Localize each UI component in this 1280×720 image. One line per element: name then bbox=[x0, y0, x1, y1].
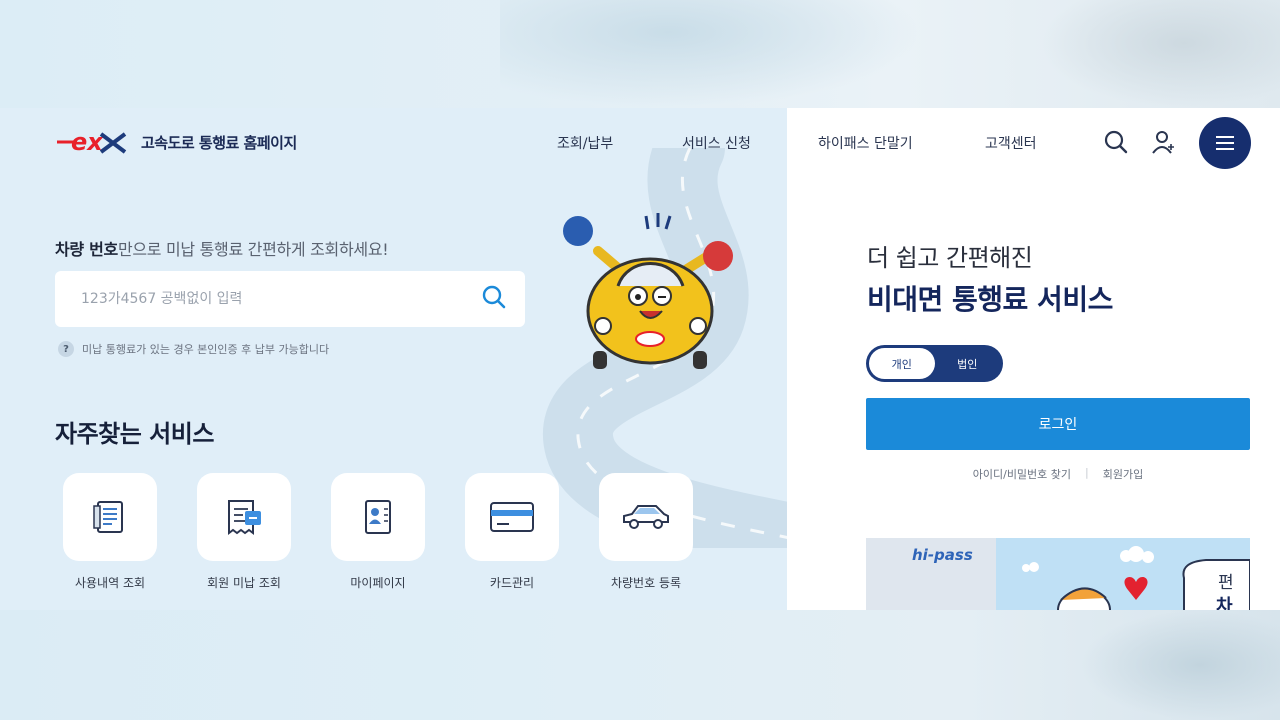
right-panel bbox=[787, 108, 1280, 610]
service-plate-registration[interactable]: 차량번호 등록 bbox=[598, 473, 694, 591]
nav-service-application[interactable]: 서비스 신청 bbox=[682, 133, 751, 153]
plate-search-box bbox=[55, 271, 525, 327]
service-label: 마이페이지 bbox=[350, 576, 406, 590]
toggle-personal[interactable]: 개인 bbox=[869, 348, 935, 379]
user-icon[interactable] bbox=[1149, 128, 1177, 156]
svg-text:ex: ex bbox=[71, 128, 104, 156]
service-usage-history[interactable]: 사용내역 조회 bbox=[62, 473, 158, 591]
service-label: 카드관리 bbox=[489, 576, 535, 590]
left-panel: ex 고속도로 통행료 홈페이지 차량 번호만으로 미납 통행료 간편하게 조회… bbox=[0, 108, 790, 610]
hint-text: 미납 통행료가 있는 경우 본인인증 후 납부 가능합니다 bbox=[82, 343, 330, 356]
promo-banner[interactable]: hi-pass 편 차 bbox=[866, 538, 1250, 610]
site-title: 고속도로 통행료 홈페이지 bbox=[141, 133, 297, 152]
menu-button[interactable] bbox=[1199, 117, 1251, 169]
service-label: 회원 미납 조회 bbox=[207, 576, 281, 590]
blurred-background-bottom bbox=[0, 610, 1280, 720]
link-divider: | bbox=[1085, 466, 1089, 479]
service-card-management[interactable]: 카드관리 bbox=[464, 473, 560, 591]
login-subtitle: 더 쉽고 간편해진 bbox=[867, 244, 1033, 272]
site-logo[interactable]: ex 고속도로 통행료 홈페이지 bbox=[55, 128, 297, 156]
search-submit-icon[interactable] bbox=[481, 284, 507, 314]
banner-text-2: 차 bbox=[1216, 596, 1233, 610]
frequent-services-title: 자주찾는 서비스 bbox=[55, 420, 214, 448]
hamburger-menu-icon bbox=[1216, 136, 1234, 150]
service-mypage[interactable]: 마이페이지 bbox=[330, 473, 426, 591]
banner-text-1: 편 bbox=[1218, 573, 1234, 593]
service-label: 차량번호 등록 bbox=[610, 576, 682, 590]
receipt-icon bbox=[228, 500, 261, 535]
service-member-unpaid[interactable]: 회원 미납 조회 bbox=[196, 473, 292, 591]
homepage-screenshot: ex 고속도로 통행료 홈페이지 차량 번호만으로 미납 통행료 간편하게 조회… bbox=[0, 108, 1280, 610]
login-button[interactable]: 로그인 bbox=[866, 398, 1250, 450]
mascot-car-illustration bbox=[563, 213, 733, 369]
search-headline: 차량 번호만으로 미납 통행료 간편하게 조회하세요! bbox=[55, 240, 389, 259]
document-list-icon bbox=[93, 501, 123, 533]
member-type-toggle: 개인 법인 bbox=[866, 345, 1003, 382]
car-icon bbox=[623, 505, 669, 529]
nav-inquiry-payment[interactable]: 조회/납부 bbox=[557, 133, 613, 153]
nav-hipass-terminal[interactable]: 하이패스 단말기 bbox=[818, 133, 913, 153]
account-links: 아이디/비밀번호 찾기 | 회원가입 bbox=[866, 466, 1250, 482]
blurred-background-top bbox=[0, 0, 1280, 108]
plate-number-input[interactable] bbox=[81, 291, 481, 307]
credit-card-icon bbox=[490, 502, 534, 532]
search-hint: ? 미납 통행료가 있는 경우 본인인증 후 납부 가능합니다 bbox=[58, 341, 329, 357]
id-card-icon bbox=[365, 500, 391, 534]
question-icon: ? bbox=[58, 341, 74, 357]
find-id-password-link[interactable]: 아이디/비밀번호 찾기 bbox=[973, 466, 1071, 482]
ex-logo-icon: ex bbox=[57, 128, 127, 156]
search-icon[interactable] bbox=[1102, 128, 1130, 156]
login-title: 비대면 통행료 서비스 bbox=[867, 283, 1113, 316]
hipass-brand: hi-pass bbox=[912, 546, 973, 564]
join-link[interactable]: 회원가입 bbox=[1103, 466, 1143, 482]
toggle-corporate[interactable]: 법인 bbox=[935, 348, 1001, 379]
nav-customer-center[interactable]: 고객센터 bbox=[985, 133, 1037, 153]
service-label: 사용내역 조회 bbox=[74, 576, 146, 590]
